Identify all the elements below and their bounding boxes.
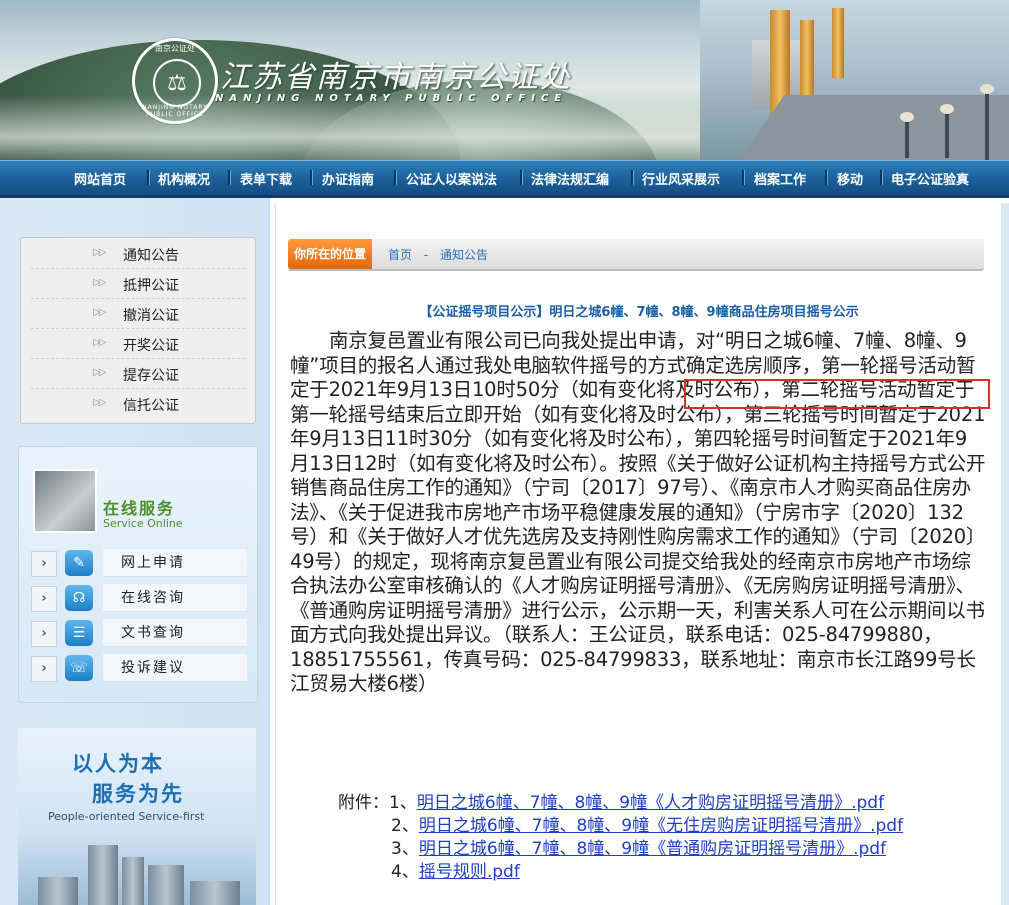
location-tag: 你所在的位置 <box>288 239 372 269</box>
service-photo <box>33 469 97 533</box>
notary-seal-logo[interactable]: 南京公证处 ⚖ NANJING NOTARY PUBLIC OFFICE <box>132 38 218 124</box>
promo-banner: 以人为本 服务为先 People-oriented Service-first <box>18 728 256 905</box>
attachment-number: 1、 <box>389 793 417 813</box>
nav-home[interactable]: 网站首页 <box>74 169 126 189</box>
attachment-row-4: 4、摇号规则.pdf <box>391 861 520 884</box>
nav-showcase[interactable]: 行业风采展示 <box>642 169 720 189</box>
attachment-link-4[interactable]: 摇号规则.pdf <box>419 862 520 882</box>
highlight-annotation <box>684 379 990 409</box>
double-arrow-icon: ▷▷ <box>93 277 106 288</box>
chevron-right-icon[interactable]: › <box>31 586 57 612</box>
menu-item-notices[interactable]: ▷▷ 通知公告 <box>31 240 245 269</box>
menu-label: 开奖公证 <box>123 338 179 354</box>
menu-label: 抵押公证 <box>123 278 179 294</box>
attachment-number: 4、 <box>391 862 419 882</box>
promo-line-2: 服务为先 <box>92 782 184 806</box>
service-complaint[interactable]: › ☏ 投诉建议 <box>31 654 247 684</box>
promo-line-1: 以人为本 <box>72 752 164 776</box>
category-menu: ▷▷ 通知公告 ▷▷ 抵押公证 ▷▷ 撤消公证 ▷▷ 开奖公证 ▷▷ 提存公证 … <box>20 237 256 424</box>
article-title: 【公证摇号项目公示】明日之城6幢、7幢、8幢、9幢商品住房项目摇号公示 <box>419 305 859 320</box>
attachment-row-3: 3、明日之城6幢、7幢、8幢、9幢《普通购房证明摇号清册》.pdf <box>391 838 886 861</box>
menu-item-lottery[interactable]: ▷▷ 开奖公证 <box>31 330 245 359</box>
nav-cases[interactable]: 公证人以案说法 <box>406 169 497 189</box>
attachment-link-2[interactable]: 明日之城6幢、7幢、8幢、9幢《无住房购房证明摇号清册》.pdf <box>419 816 903 836</box>
main-nav: 网站首页 机构概况 表单下载 办证指南 公证人以案说法 法律法规汇编 行业风采展… <box>0 160 1009 198</box>
breadcrumb-current-link[interactable]: 通知公告 <box>440 248 488 262</box>
attachment-link-3[interactable]: 明日之城6幢、7幢、8幢、9幢《普通购房证明摇号清册》.pdf <box>419 839 886 859</box>
menu-label: 撤消公证 <box>123 308 179 324</box>
menu-label: 信托公证 <box>123 398 179 414</box>
service-label[interactable]: 文书查询 <box>103 619 247 647</box>
service-document-query[interactable]: › ☰ 文书查询 <box>31 619 247 649</box>
service-label[interactable]: 在线咨询 <box>103 584 247 612</box>
attachment-row-1: 附件：1、明日之城6幢、7幢、8幢、9幢《人才购房证明摇号清册》.pdf <box>338 792 884 815</box>
service-title: 在线服务 <box>103 499 176 518</box>
double-arrow-icon: ▷▷ <box>93 337 106 348</box>
double-arrow-icon: ▷▷ <box>93 307 106 318</box>
service-online-apply[interactable]: › ✎ 网上申请 <box>31 549 247 579</box>
chevron-right-icon[interactable]: › <box>31 621 57 647</box>
building-image <box>88 845 118 905</box>
menu-item-trust[interactable]: ▷▷ 信托公证 <box>31 390 245 418</box>
site-title: 江苏省南京市南京公证处 <box>220 60 572 95</box>
attachments-label: 附件： <box>338 793 389 813</box>
attachment-number: 3、 <box>391 839 419 859</box>
main-content: 你所在的位置 首页 - 通知公告 【公证摇号项目公示】明日之城6幢、7幢、8幢、… <box>275 203 1002 905</box>
nav-archives[interactable]: 档案工作 <box>754 169 806 189</box>
breadcrumb: 你所在的位置 首页 - 通知公告 <box>288 239 984 271</box>
breadcrumb-links: 首页 - 通知公告 <box>388 246 496 263</box>
seal-top-text: 南京公证处 <box>155 44 195 53</box>
menu-item-mortgage[interactable]: ▷▷ 抵押公证 <box>31 270 245 299</box>
attachment-number: 2、 <box>391 816 419 836</box>
headset-icon: ☊ <box>65 585 93 611</box>
lion-emblem-icon: ⚖ <box>153 59 201 107</box>
right-edge <box>1001 203 1009 905</box>
nav-guide[interactable]: 办证指南 <box>322 169 374 189</box>
header-banner: 南京公证处 ⚖ NANJING NOTARY PUBLIC OFFICE 江苏省… <box>0 0 1009 160</box>
double-arrow-icon: ▷▷ <box>93 397 106 408</box>
service-subtitle: Service Online <box>103 517 183 530</box>
menu-item-escrow[interactable]: ▷▷ 提存公证 <box>31 360 245 389</box>
edit-form-icon: ✎ <box>65 550 93 576</box>
menu-item-revocation[interactable]: ▷▷ 撤消公证 <box>31 300 245 329</box>
nav-forms[interactable]: 表单下载 <box>240 169 292 189</box>
chevron-right-icon[interactable]: › <box>31 656 57 682</box>
breadcrumb-home-link[interactable]: 首页 <box>388 248 412 262</box>
service-label[interactable]: 投诉建议 <box>103 654 247 682</box>
menu-label: 提存公证 <box>123 368 179 384</box>
nav-about[interactable]: 机构概况 <box>158 169 210 189</box>
nav-laws[interactable]: 法律法规汇编 <box>531 169 609 189</box>
document-list-icon: ☰ <box>65 620 93 646</box>
attachment-link-1[interactable]: 明日之城6幢、7幢、8幢、9幢《人才购房证明摇号清册》.pdf <box>417 793 884 813</box>
nav-mobile[interactable]: 移动 <box>837 169 863 189</box>
service-online-consult[interactable]: › ☊ 在线咨询 <box>31 584 247 614</box>
double-arrow-icon: ▷▷ <box>93 367 106 378</box>
online-service-panel: 在线服务 Service Online › ✎ 网上申请 › ☊ 在线咨询 › … <box>18 446 258 703</box>
seal-bottom-text: NANJING NOTARY PUBLIC OFFICE <box>142 104 208 118</box>
attachment-row-2: 2、明日之城6幢、7幢、8幢、9幢《无住房购房证明摇号清册》.pdf <box>391 815 903 838</box>
left-sidebar: ▷▷ 通知公告 ▷▷ 抵押公证 ▷▷ 撤消公证 ▷▷ 开奖公证 ▷▷ 提存公证 … <box>0 198 270 905</box>
chevron-right-icon[interactable]: › <box>31 551 57 577</box>
chat-bubble-icon: ☏ <box>65 655 93 681</box>
menu-label: 通知公告 <box>123 248 179 264</box>
double-arrow-icon: ▷▷ <box>93 247 106 258</box>
nav-verify[interactable]: 电子公证验真 <box>891 169 969 189</box>
promo-english: People-oriented Service-first <box>48 810 205 823</box>
breadcrumb-separator: - <box>423 248 429 262</box>
site-subtitle: NANJING NOTARY PUBLIC OFFICE <box>215 93 568 104</box>
service-label[interactable]: 网上申请 <box>103 549 247 577</box>
